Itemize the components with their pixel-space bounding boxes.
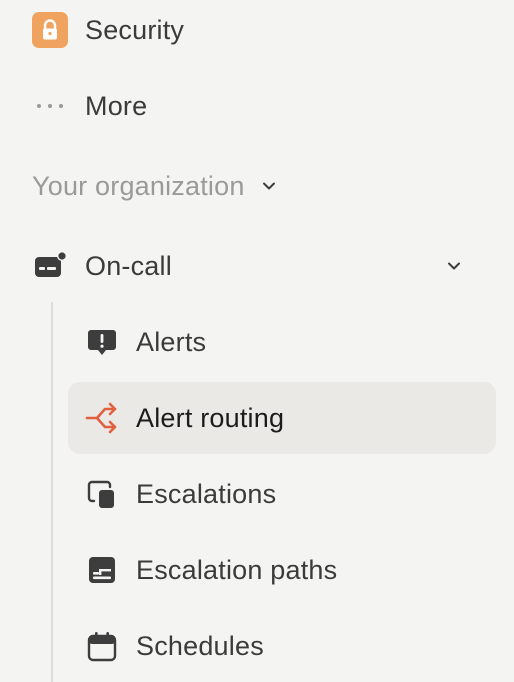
routing-split-icon [85,401,119,435]
tree-guide-line [51,302,53,682]
sidebar-item-security[interactable]: Security [32,0,492,60]
escalation-paths-icon [85,553,119,587]
sidebar-group-on-call[interactable]: On-call [32,236,482,296]
sidebar-item-label: Escalations [136,478,277,509]
sidebar-item-label: More [85,90,148,121]
sidebar-item-label: Security [85,14,185,45]
sidebar-item-schedules[interactable]: Schedules [68,610,496,682]
chevron-down-icon[interactable] [443,255,465,277]
sidebar-nav: Security More Your organization On-call … [0,0,514,682]
sidebar-item-label: Alert routing [136,402,285,433]
sidebar-item-alert-routing[interactable]: Alert routing [68,382,496,454]
sidebar-item-escalations[interactable]: Escalations [68,458,496,530]
calendar-icon [85,629,119,663]
lock-icon [32,12,68,48]
escalation-icon [85,477,119,511]
chevron-down-icon [259,176,279,196]
more-dots-icon [32,88,68,124]
sidebar-item-label: Escalation paths [136,554,338,585]
sidebar-group-label: On-call [85,250,172,281]
sidebar-item-label: Schedules [136,630,264,661]
alert-bubble-icon [85,325,119,359]
section-header-label: Your organization [32,170,245,201]
sidebar-item-escalation-paths[interactable]: Escalation paths [68,534,496,606]
sidebar-item-alerts[interactable]: Alerts [68,306,496,378]
pager-icon [32,248,68,284]
section-header-your-organization[interactable]: Your organization [32,166,279,206]
sidebar-item-label: Alerts [136,326,207,357]
sidebar-item-more[interactable]: More [32,76,492,136]
